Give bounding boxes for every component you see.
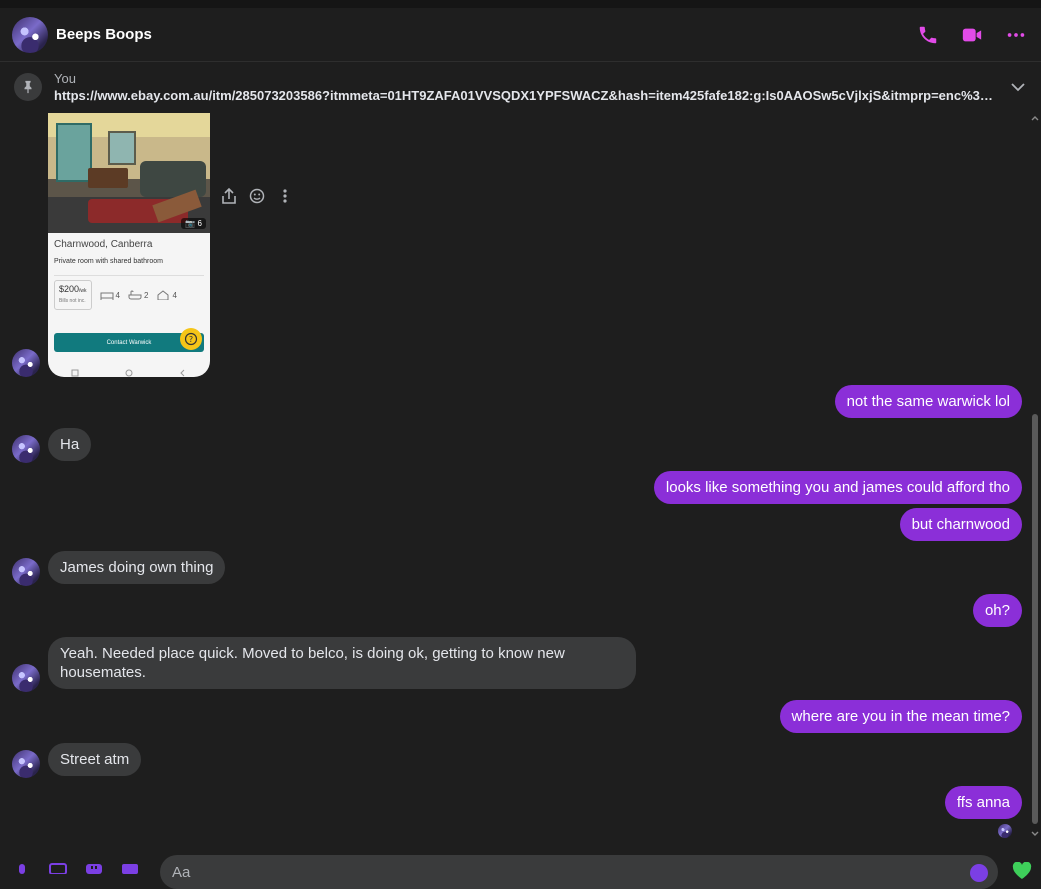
message-bubble-outgoing[interactable]: ffs anna: [944, 786, 1022, 819]
expand-pinned-button[interactable]: [1009, 78, 1027, 96]
bed-icon: [100, 292, 114, 300]
rooms-feature: 4: [156, 290, 177, 300]
baths-feature: 2: [128, 290, 148, 300]
pinned-message-bar[interactable]: You https://www.ebay.com.au/itm/28507320…: [0, 63, 1041, 111]
sticker-icon[interactable]: [84, 862, 104, 874]
scroll-down-arrow-icon[interactable]: [1031, 830, 1039, 838]
message-hover-actions: [220, 186, 294, 206]
back-icon: [179, 364, 187, 377]
listing-photo: 📷 6: [48, 113, 210, 233]
heart-icon[interactable]: [1012, 862, 1032, 880]
pin-badge: [14, 73, 42, 101]
emoji-icon[interactable]: [970, 864, 988, 882]
message-bubble-outgoing[interactable]: not the same warwick lol: [834, 385, 1022, 418]
beds-count: 4: [115, 290, 120, 300]
phone-nav-bar: [48, 359, 210, 377]
message-bubble-incoming[interactable]: James doing own thing: [48, 551, 226, 584]
more-dots-icon: [1007, 32, 1025, 37]
listing-type: Private room with shared bathroom: [54, 258, 163, 265]
scrollbar-thumb[interactable]: [1032, 414, 1038, 824]
listing-details-row: $200/wk Bills not inc. 4 2 4: [48, 276, 210, 310]
rooms-count: 4: [172, 290, 177, 300]
gif-icon[interactable]: [120, 862, 140, 874]
photo-window: [56, 123, 92, 182]
image-icon[interactable]: [48, 862, 68, 874]
price-note: Bills not inc.: [59, 298, 86, 304]
more-options-button[interactable]: [1005, 24, 1027, 46]
sender-avatar[interactable]: [12, 349, 40, 377]
seen-receipt-avatar: [998, 824, 1012, 838]
pinned-link[interactable]: https://www.ebay.com.au/itm/285073203586…: [54, 87, 999, 104]
sender-avatar[interactable]: [12, 558, 40, 586]
scroll-up-arrow-icon[interactable]: [1031, 114, 1039, 122]
message-bubble-outgoing[interactable]: looks like something you and james could…: [653, 471, 1022, 504]
sender-avatar[interactable]: [12, 435, 40, 463]
pinned-author: You: [54, 70, 76, 86]
window-top-strip: [0, 0, 1041, 8]
phone-icon: [919, 26, 937, 43]
message-input[interactable]: [160, 855, 998, 889]
question-chat-icon: ?: [184, 332, 198, 346]
video-camera-icon: [962, 28, 982, 41]
listing-location: Charnwood, Canberra: [54, 239, 153, 250]
call-button[interactable]: [917, 24, 939, 46]
pin-icon: [24, 80, 32, 94]
photo-window: [108, 131, 136, 165]
react-button[interactable]: [248, 186, 266, 206]
help-bubble: ?: [180, 328, 202, 350]
photo-count-badge: 📷 6: [181, 218, 206, 229]
smiley-icon: [249, 188, 265, 204]
home-icon: [125, 364, 133, 377]
price-value: $200: [59, 284, 80, 294]
beds-feature: 4: [100, 290, 120, 300]
contact-avatar[interactable]: [12, 16, 48, 53]
header-actions: [917, 24, 1029, 46]
voice-clip-icon[interactable]: [12, 862, 32, 874]
photo-count: 6: [197, 219, 202, 228]
sender-avatar[interactable]: [12, 750, 40, 778]
listing-price: $200/wk Bills not inc.: [54, 280, 92, 310]
vertical-dots-icon: [283, 189, 287, 203]
recent-apps-icon: [71, 364, 79, 377]
message-bubble-incoming[interactable]: Ha: [48, 428, 92, 461]
video-call-button[interactable]: [961, 24, 983, 46]
message-bubble-incoming[interactable]: Street atm: [48, 743, 142, 776]
sender-avatar[interactable]: [12, 664, 40, 692]
contact-name[interactable]: Beeps Boops: [56, 26, 152, 43]
forward-button[interactable]: [220, 186, 238, 206]
shared-listing-image[interactable]: 📷 6 Charnwood, Canberra Private room wit…: [48, 113, 210, 377]
share-icon: [222, 187, 236, 204]
chevron-down-icon: [1011, 83, 1025, 92]
price-unit: /wk: [79, 288, 87, 294]
bath-icon: [128, 290, 142, 300]
svg-text:?: ?: [189, 335, 193, 344]
photo-dining-table: [88, 168, 128, 188]
message-bubble-outgoing[interactable]: oh?: [972, 594, 1022, 627]
message-bubble-outgoing[interactable]: where are you in the mean time?: [779, 700, 1022, 733]
conversation-header: Beeps Boops: [0, 8, 1041, 62]
message-more-button[interactable]: [276, 186, 294, 206]
baths-count: 2: [143, 290, 149, 300]
message-bubble-outgoing[interactable]: but charnwood: [899, 508, 1022, 541]
house-icon: [157, 290, 169, 300]
pinned-message-content: You https://www.ebay.com.au/itm/28507320…: [54, 71, 999, 104]
message-bubble-incoming[interactable]: Yeah. Needed place quick. Moved to belco…: [48, 637, 636, 689]
